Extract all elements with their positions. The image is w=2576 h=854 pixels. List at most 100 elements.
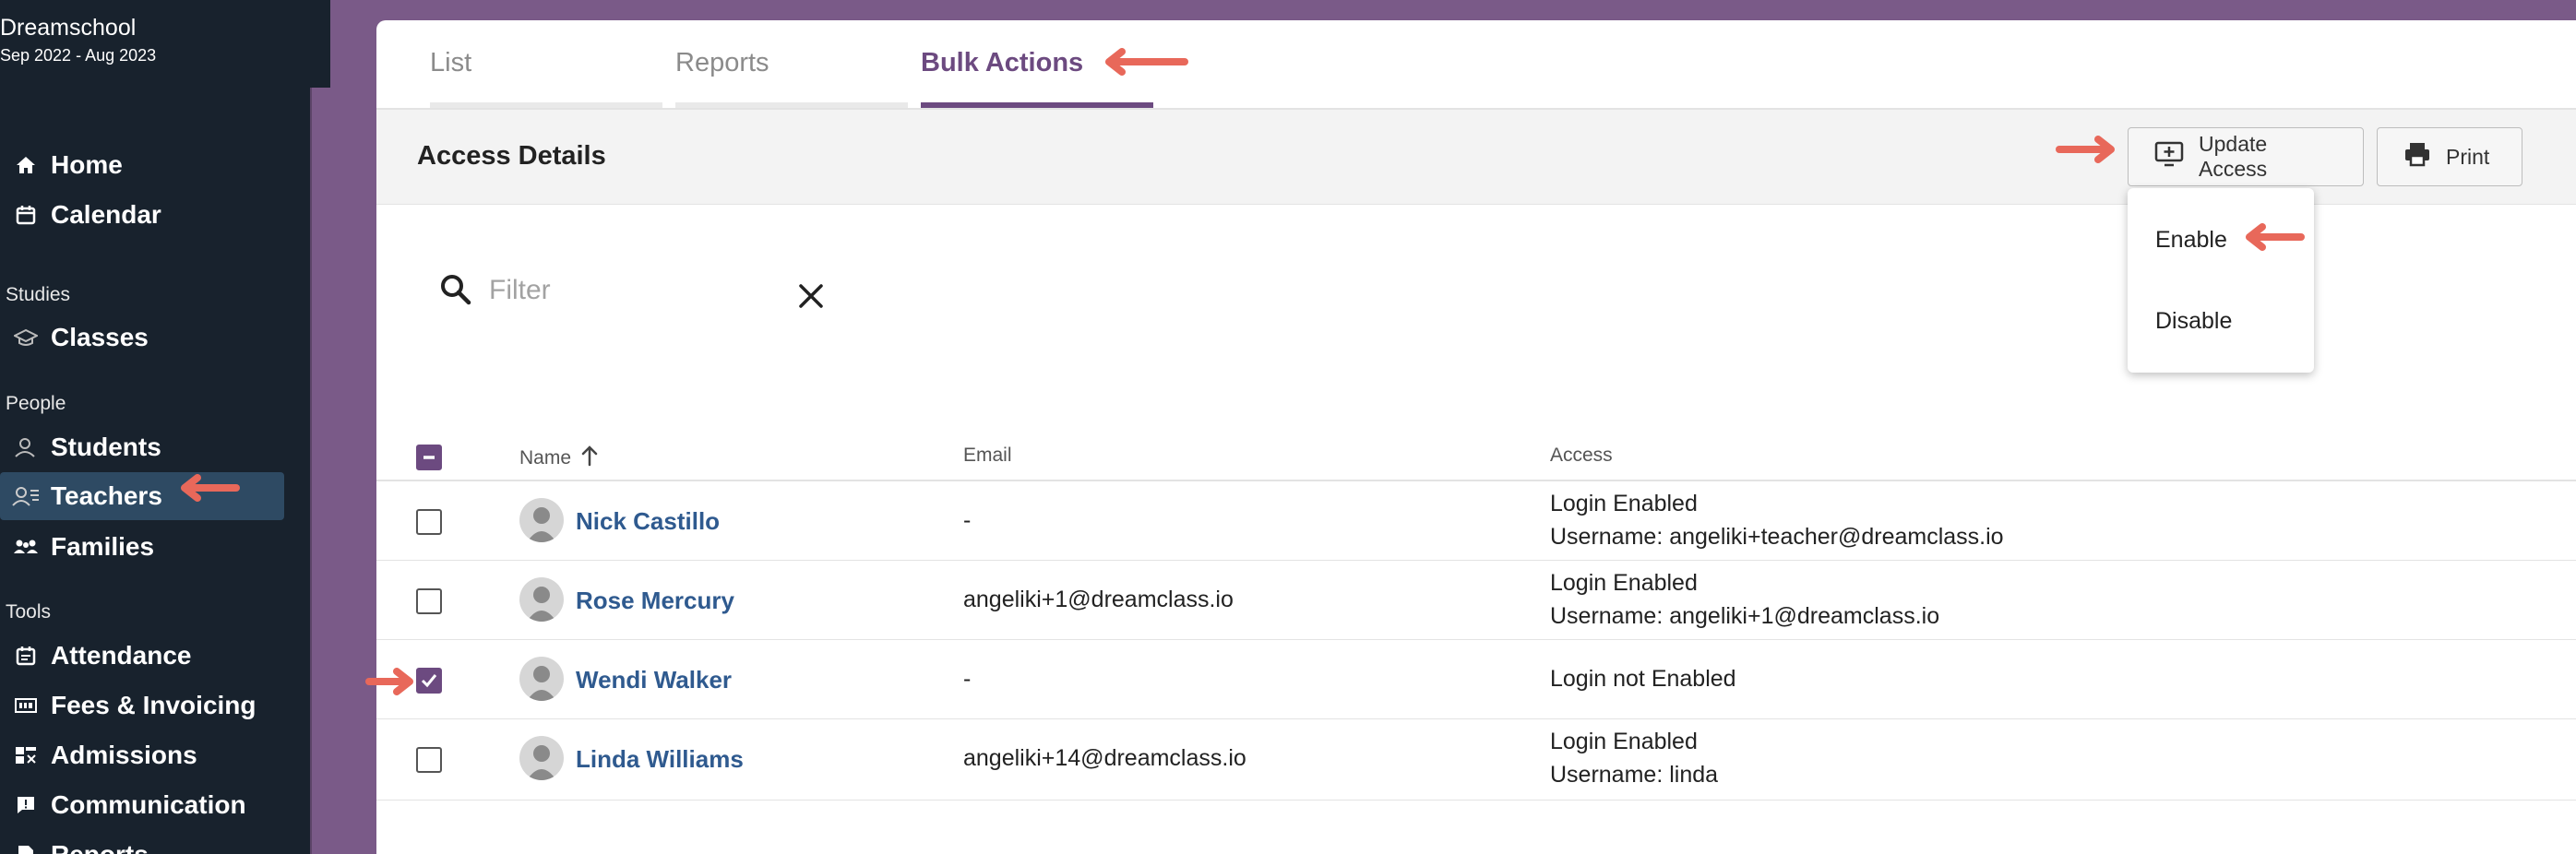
avatar (519, 657, 564, 701)
table-row[interactable]: Linda Williams angeliki+14@dreamclass.io… (376, 719, 2576, 801)
page-title: Access Details (417, 141, 606, 171)
sort-ascending-icon (580, 445, 599, 472)
row-checkbox[interactable] (416, 509, 442, 535)
update-access-button[interactable]: Update Access (2128, 127, 2364, 186)
access-cell: Login Enabled Username: angeliki+1@dream… (1550, 566, 1939, 633)
column-header-email[interactable]: Email (963, 445, 1012, 467)
invoice-icon (0, 695, 51, 716)
tab-bar: List Reports Bulk Actions (376, 20, 2576, 110)
teacher-icon (0, 485, 51, 507)
update-access-label: Update Access (2199, 132, 2268, 181)
reports-icon (0, 844, 51, 854)
teacher-name-link[interactable]: Nick Castillo (576, 507, 720, 536)
sidebar-item-label: Attendance (51, 641, 192, 670)
sidebar-item-label: Admissions (51, 741, 197, 769)
sidebar-item-teachers[interactable]: Teachers (0, 472, 284, 520)
row-checkbox[interactable] (416, 747, 442, 773)
admissions-icon (0, 744, 51, 766)
table-row[interactable]: Nick Castillo - Login Enabled Username: … (376, 481, 2576, 561)
calendar-icon (0, 204, 51, 226)
sidebar-item-attendance[interactable]: Attendance (0, 632, 284, 680)
family-icon (0, 537, 51, 557)
sidebar-item-classes[interactable]: Classes (0, 314, 284, 362)
access-cell: Login not Enabled (1550, 662, 1736, 695)
annotation-arrow-icon (2056, 136, 2115, 163)
filter-input[interactable] (489, 267, 784, 314)
sidebar-item-label: Home (51, 150, 123, 179)
tab-bulk-actions[interactable]: Bulk Actions (921, 48, 1083, 78)
sidebar: Dreamschool Sep 2022 - Aug 2023 Home Cal… (0, 0, 330, 854)
access-status: Login Enabled (1550, 491, 1698, 516)
teacher-email: - (963, 666, 972, 692)
sidebar-item-label: Communication (51, 790, 246, 819)
access-status: Login Enabled (1550, 729, 1698, 754)
school-year[interactable]: Sep 2022 - Aug 2023 (0, 46, 156, 65)
annotation-arrow-icon (365, 668, 413, 695)
access-status: Login Enabled (1550, 570, 1698, 596)
sidebar-item-calendar[interactable]: Calendar (0, 191, 284, 239)
attendance-icon (0, 645, 51, 667)
teacher-email: - (963, 507, 972, 533)
sidebar-item-label: Teachers (51, 481, 162, 510)
print-label: Print (2446, 144, 2490, 169)
tab-list[interactable]: List (430, 48, 471, 78)
tab-reports-underline (675, 102, 908, 108)
avatar (519, 498, 564, 542)
row-checkbox[interactable] (416, 668, 442, 694)
sidebar-item-families[interactable]: Families (0, 523, 284, 571)
sidebar-item-label: Reports (51, 840, 149, 854)
tab-bulk-actions-underline (921, 102, 1153, 108)
teacher-email: angeliki+1@dreamclass.io (963, 587, 1234, 612)
access-cell: Login Enabled Username: linda (1550, 725, 1718, 791)
sidebar-item-communication[interactable]: Communication (0, 781, 284, 829)
graduation-cap-icon (0, 326, 51, 349)
checkmark-icon (421, 674, 437, 688)
chat-icon (0, 794, 51, 816)
teacher-name-link[interactable]: Wendi Walker (576, 666, 732, 694)
tab-list-underline (430, 102, 662, 108)
sidebar-scrollbar[interactable] (310, 88, 330, 854)
home-icon (0, 154, 51, 176)
table-row[interactable]: Rose Mercury angeliki+1@dreamclass.io Lo… (376, 561, 2576, 640)
column-header-access[interactable]: Access (1550, 445, 1613, 467)
search-icon (437, 271, 474, 313)
tab-reports[interactable]: Reports (675, 48, 769, 78)
printer-icon (2403, 141, 2431, 172)
menu-item-enable[interactable]: Enable (2155, 227, 2227, 254)
menu-item-disable[interactable]: Disable (2155, 308, 2232, 335)
filter-area (437, 271, 474, 313)
sidebar-item-label: Families (51, 532, 155, 561)
school-name[interactable]: Dreamschool (0, 15, 136, 42)
access-username: Username: angeliki+1@dreamclass.io (1550, 603, 1940, 629)
column-header-name[interactable]: Name (519, 445, 599, 472)
table-header: Name Email Access (376, 408, 2576, 481)
annotation-arrow-icon (2246, 223, 2305, 251)
clear-filter-icon[interactable] (797, 282, 825, 314)
student-icon (0, 436, 51, 458)
sidebar-item-fees-invoicing[interactable]: Fees & Invoicing (0, 682, 284, 729)
sidebar-item-label: Calendar (51, 200, 161, 229)
teacher-name-link[interactable]: Linda Williams (576, 745, 744, 774)
column-header-label: Name (519, 447, 572, 469)
sidebar-item-label: Fees & Invoicing (51, 691, 256, 719)
select-all-checkbox[interactable] (416, 445, 442, 470)
annotation-arrow-icon (1105, 48, 1188, 76)
teacher-email: angeliki+14@dreamclass.io (963, 745, 1246, 771)
sidebar-item-label: Students (51, 433, 161, 461)
sidebar-item-students[interactable]: Students (0, 423, 284, 471)
sidebar-item-home[interactable]: Home (0, 141, 284, 189)
access-status: Login not Enabled (1550, 666, 1736, 692)
access-username: Username: angeliki+teacher@dreamclass.io (1550, 524, 2004, 550)
monitor-add-icon (2154, 141, 2184, 172)
main-card: List Reports Bulk Actions Access Details… (365, 20, 2576, 854)
sidebar-section-tools: Tools (6, 601, 52, 623)
row-checkbox[interactable] (416, 588, 442, 614)
print-button[interactable]: Print (2377, 127, 2522, 186)
table-row[interactable]: Wendi Walker - Login not Enabled (365, 640, 2576, 719)
minus-icon (423, 456, 435, 459)
access-username: Username: linda (1550, 762, 1719, 788)
sidebar-item-admissions[interactable]: Admissions (0, 731, 284, 779)
sidebar-item-reports[interactable]: Reports (0, 831, 284, 854)
avatar (519, 577, 564, 622)
teacher-name-link[interactable]: Rose Mercury (576, 587, 734, 615)
